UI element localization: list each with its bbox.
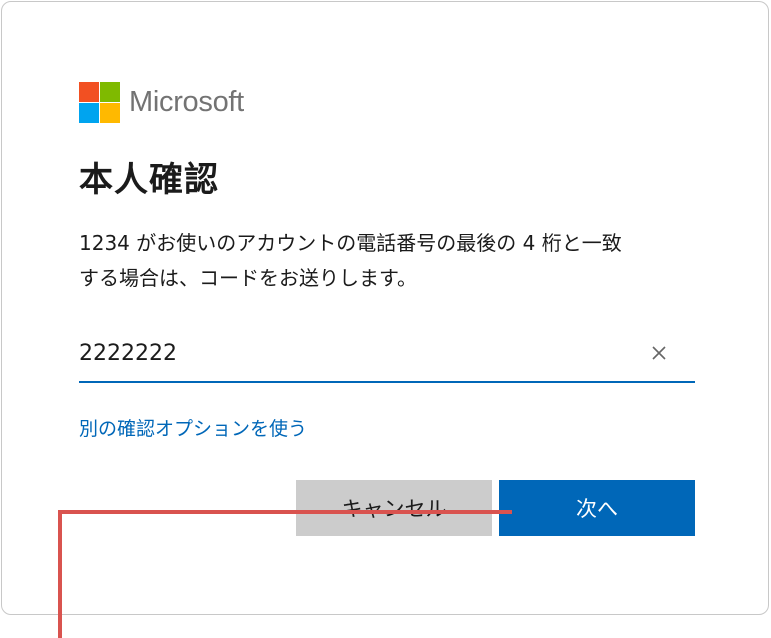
description-line-2: する場合は、コードをお送りします。 xyxy=(79,266,417,290)
alternate-verification-link[interactable]: 別の確認オプションを使う xyxy=(79,414,307,441)
logo-square-blue xyxy=(79,102,99,123)
page-title: 本人確認 xyxy=(79,160,219,200)
logo-square-green xyxy=(100,81,120,102)
description-line-1: 1234 がお使いのアカウントの電話番号の最後の 4 桁と一致 xyxy=(79,231,622,255)
logo-square-red xyxy=(79,81,99,102)
microsoft-logo-icon xyxy=(79,81,120,123)
next-button[interactable]: 次へ xyxy=(499,480,695,536)
brand-name: Microsoft xyxy=(129,86,244,118)
description-text: 1234 がお使いのアカウントの電話番号の最後の 4 桁と一致 する場合は、コー… xyxy=(79,226,709,296)
logo-square-yellow xyxy=(100,102,120,123)
phone-digits-field xyxy=(79,328,695,383)
brand-header: Microsoft xyxy=(79,81,244,123)
phone-digits-input[interactable] xyxy=(79,328,639,378)
close-icon[interactable] xyxy=(643,337,675,369)
cancel-button[interactable]: キャンセル xyxy=(296,480,492,536)
verify-identity-dialog: Microsoft 本人確認 1234 がお使いのアカウントの電話番号の最後の … xyxy=(1,1,769,615)
